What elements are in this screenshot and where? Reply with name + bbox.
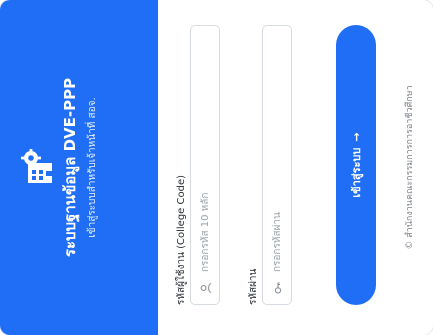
arrow-right-icon: → [349, 132, 363, 142]
college-code-field [190, 25, 220, 305]
password-label: รหัสผ่าน [248, 268, 259, 305]
building-gear-icon [21, 149, 52, 183]
key-icon [274, 282, 282, 294]
app-subtitle: เข้าสู่ระบบสำหรับเจ้าหน้าที่ สอจ. [87, 97, 98, 238]
password-field [262, 25, 292, 305]
brand-header: ระบบฐานข้อมูล DVE-PPP เข้าสู่ระบบสำหรับเ… [0, 0, 158, 335]
user-icon [200, 282, 212, 294]
footer-copyright: © สำนักงานคณะกรรมการการอาชีวศึกษา [405, 85, 415, 250]
college-code-label: รหัสผู้ใช้งาน (College Code) [176, 175, 187, 305]
login-screen: ระบบฐานข้อมูล DVE-PPP เข้าสู่ระบบสำหรับเ… [0, 0, 433, 335]
college-code-input[interactable] [191, 34, 219, 272]
login-button[interactable]: เข้าสู่ระบบ → [336, 25, 376, 305]
login-card: ระบบฐานข้อมูล DVE-PPP เข้าสู่ระบบสำหรับเ… [0, 0, 433, 335]
login-button-label: เข้าสู่ระบบ [350, 147, 363, 198]
password-input[interactable] [263, 34, 291, 272]
app-title: ระบบฐานข้อมูล DVE-PPP [61, 77, 79, 258]
